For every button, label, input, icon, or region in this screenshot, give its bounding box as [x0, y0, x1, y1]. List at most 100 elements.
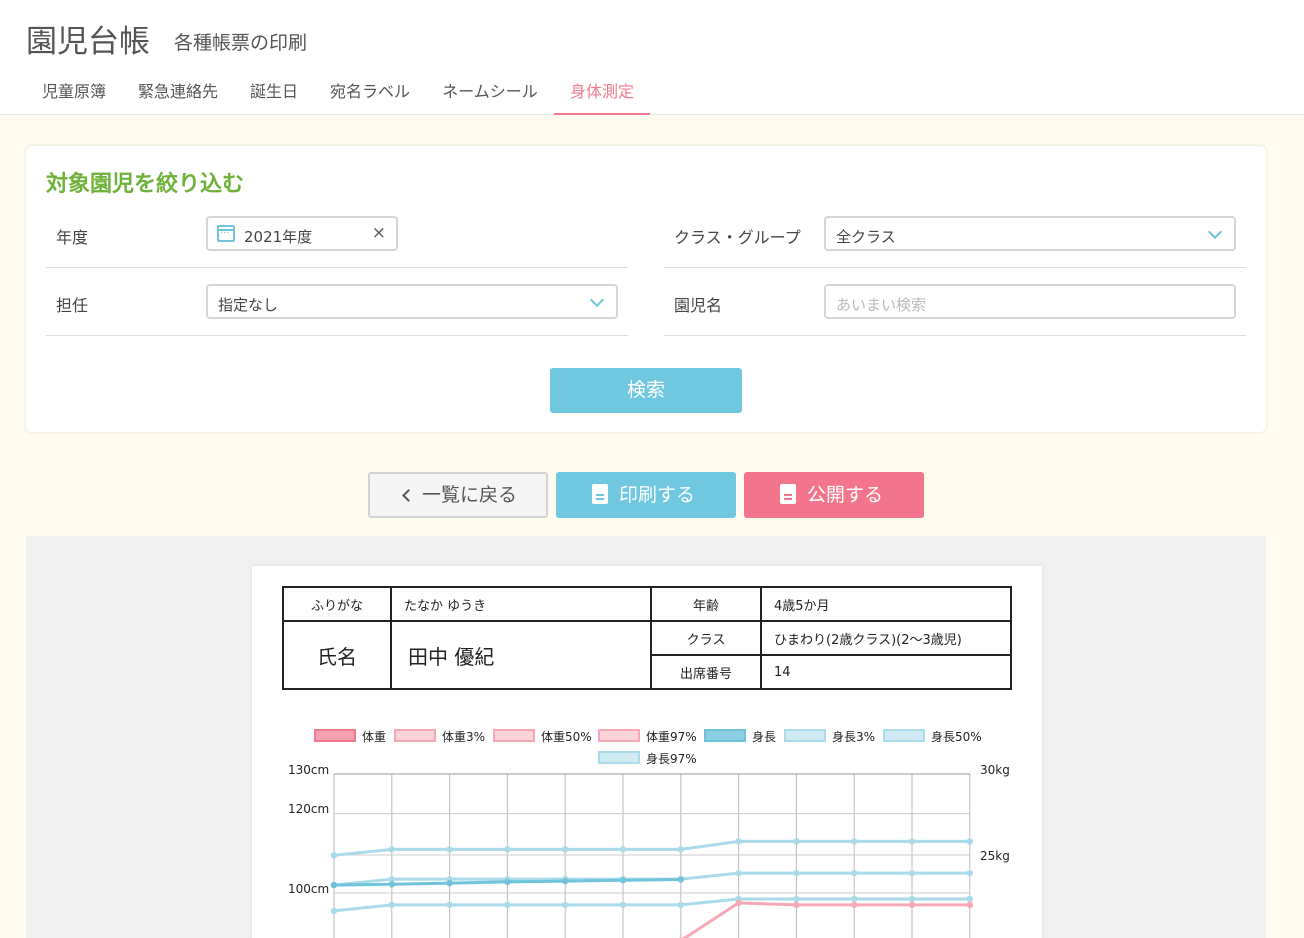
left-axis-label: 100cm — [288, 882, 329, 896]
data-point — [619, 846, 627, 853]
right-axis-label: 30kg — [980, 763, 1010, 777]
data-point — [504, 901, 511, 909]
chart-series — [330, 838, 973, 938]
filter-panel: 対象園児を絞り込む 年度 2021年度 × クラス・グループ 全クラス 担任 指… — [26, 146, 1266, 432]
clear-icon[interactable]: × — [372, 223, 386, 243]
data-point — [562, 846, 569, 853]
series-line — [682, 901, 970, 938]
data-point — [446, 846, 453, 853]
age-value: 4歳5か月 — [760, 586, 1012, 622]
furigana-label: ふりがな — [282, 586, 392, 622]
age-label: 年齢 — [650, 586, 762, 622]
data-point — [562, 877, 569, 885]
filter-row-year: 年度 2021年度 × — [46, 200, 628, 268]
data-point — [966, 838, 973, 845]
furigana-value: たなか ゆうき — [390, 586, 652, 622]
year-picker[interactable]: 2021年度 × — [206, 216, 398, 251]
publish-button[interactable]: 公開する — [744, 472, 924, 518]
year-label: 年度 — [56, 228, 89, 247]
tab-child-register[interactable]: 児童原簿 — [26, 70, 122, 115]
data-point — [619, 877, 627, 884]
tab-address-label[interactable]: 宛名ラベル — [314, 70, 426, 115]
legend-swatch — [598, 729, 640, 742]
data-point — [966, 869, 973, 877]
data-point — [388, 846, 395, 853]
data-point — [908, 869, 916, 877]
data-point — [735, 869, 742, 877]
legend-swatch — [704, 729, 746, 742]
data-point — [677, 876, 684, 883]
data-point — [966, 895, 973, 903]
filter-row-teacher: 担任 指定なし — [46, 268, 628, 336]
publish-label: 公開する — [807, 484, 884, 506]
data-point — [330, 907, 338, 915]
print-label: 印刷する — [619, 484, 696, 506]
child-name-placeholder: あいまい検索 — [836, 296, 927, 314]
search-button[interactable]: 検索 — [550, 368, 742, 413]
page-title: 園児台帳 — [26, 24, 150, 60]
chevron-left-icon — [402, 489, 415, 502]
data-point — [388, 901, 395, 909]
legend-swatch — [314, 729, 356, 742]
series-line — [333, 839, 970, 857]
seat-value: 14 — [760, 654, 1012, 690]
class-label: クラス・グループ — [674, 228, 801, 247]
legend-swatch — [883, 729, 925, 742]
data-point — [504, 878, 511, 886]
tab-birthday[interactable]: 誕生日 — [234, 70, 314, 115]
data-point — [619, 901, 627, 909]
chevron-down-icon — [1207, 224, 1223, 240]
data-point — [908, 838, 916, 845]
print-button[interactable]: 印刷する — [556, 472, 736, 518]
document-icon — [592, 484, 608, 504]
back-to-list-button[interactable]: 一覧に戻る — [368, 472, 548, 518]
data-point — [851, 869, 858, 877]
teacher-label: 担任 — [56, 296, 89, 315]
left-axis-label: 120cm — [288, 802, 329, 816]
document-icon — [780, 484, 796, 504]
chart-grid — [333, 773, 971, 938]
class-value: ひまわり(2歳クラス)(2〜3歳児) — [760, 620, 1012, 656]
data-point — [793, 869, 800, 877]
tab-emergency-contact[interactable]: 緊急連絡先 — [122, 70, 234, 115]
tab-name-seal[interactable]: ネームシール — [426, 70, 554, 115]
class-value: 全クラス — [836, 228, 896, 246]
child-info-table: ふりがな たなか ゆうき 年齢 4歳5か月 氏名 田中 優紀 クラス ひまわり(… — [282, 586, 1012, 690]
data-point — [966, 901, 973, 909]
teacher-select[interactable]: 指定なし — [206, 284, 618, 319]
back-label: 一覧に戻る — [422, 484, 518, 506]
name-value: 田中 優紀 — [390, 620, 652, 690]
data-point — [446, 879, 453, 887]
growth-chart: 130cm 120cm 100cm 30kg 25kg — [288, 763, 1010, 938]
teacher-value: 指定なし — [218, 296, 279, 314]
data-point — [908, 901, 916, 909]
legend-swatch — [493, 729, 535, 742]
data-point — [851, 901, 858, 909]
class-select[interactable]: 全クラス — [824, 216, 1236, 251]
data-point — [677, 846, 684, 853]
data-point — [793, 838, 800, 845]
data-point — [851, 895, 858, 903]
class-label: クラス — [650, 620, 762, 656]
print-preview-area: ふりがな たなか ゆうき 年齢 4歳5か月 氏名 田中 優紀 クラス ひまわり(… — [26, 536, 1266, 938]
app-header: 園児台帳 各種帳票の印刷 児童原簿 緊急連絡先 誕生日 宛名ラベル ネームシール… — [0, 0, 1304, 115]
data-point — [330, 852, 338, 859]
left-axis-label: 130cm — [288, 763, 329, 777]
data-point — [446, 901, 453, 909]
tab-body-measurement[interactable]: 身体測定 — [554, 70, 650, 115]
child-name-input[interactable]: あいまい検索 — [824, 284, 1236, 319]
data-point — [562, 901, 569, 909]
data-point — [677, 901, 684, 909]
chevron-down-icon — [589, 292, 605, 308]
legend-swatch — [394, 729, 436, 742]
calendar-icon — [217, 225, 235, 242]
filter-row-class: クラス・グループ 全クラス — [664, 200, 1246, 268]
data-point — [388, 881, 395, 888]
page-subtitle: 各種帳票の印刷 — [174, 32, 308, 54]
filter-title: 対象園児を絞り込む — [46, 172, 245, 197]
data-point — [793, 895, 800, 903]
data-point — [908, 895, 916, 903]
name-label: 氏名 — [282, 620, 392, 690]
seat-label: 出席番号 — [650, 654, 762, 690]
data-point — [330, 881, 338, 889]
